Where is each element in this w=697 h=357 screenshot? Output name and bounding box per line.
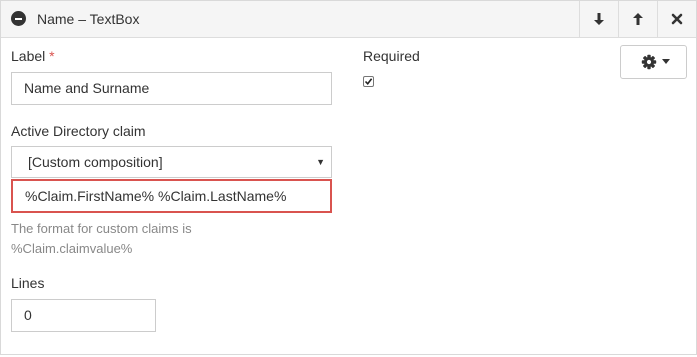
lines-input[interactable]: 0 bbox=[11, 299, 156, 332]
close-icon bbox=[671, 13, 683, 25]
label-input-value: Name and Surname bbox=[24, 80, 150, 96]
composition-input-value: %Claim.FirstName% %Claim.LastName% bbox=[25, 188, 287, 204]
gear-icon bbox=[641, 54, 657, 70]
move-up-button[interactable] bbox=[618, 1, 657, 37]
claim-help-line-1: The format for custom claims is bbox=[11, 221, 192, 236]
required-asterisk: * bbox=[49, 48, 55, 64]
required-label: Required bbox=[363, 48, 420, 64]
claim-help-line-2: %Claim.claimvalue% bbox=[11, 241, 133, 256]
ad-claim-selected-value: [Custom composition] bbox=[28, 154, 163, 170]
claim-help-text: The format for custom claims is %Claim.c… bbox=[11, 219, 331, 259]
panel-title: Name – TextBox bbox=[37, 11, 140, 27]
caret-down-icon bbox=[662, 59, 670, 64]
ad-claim-select[interactable]: [Custom composition] ▼ bbox=[11, 146, 332, 178]
dropdown-caret-icon: ▼ bbox=[316, 157, 325, 167]
arrow-down-icon bbox=[594, 13, 604, 25]
label-field-label-text: Label bbox=[11, 48, 46, 64]
move-down-button[interactable] bbox=[579, 1, 618, 37]
label-field-label: Label * bbox=[11, 48, 55, 64]
label-input[interactable]: Name and Surname bbox=[11, 72, 332, 105]
remove-button[interactable] bbox=[657, 1, 696, 37]
textbox-field-panel: Name – TextBox Label * Name and Surname … bbox=[0, 0, 697, 355]
ad-claim-label: Active Directory claim bbox=[11, 123, 146, 139]
lines-label: Lines bbox=[11, 275, 45, 291]
checkmark-icon bbox=[364, 78, 373, 86]
arrow-up-icon bbox=[633, 13, 643, 25]
panel-header: Name – TextBox bbox=[1, 1, 696, 38]
required-checkbox[interactable] bbox=[363, 76, 374, 87]
minus-circle-icon[interactable] bbox=[11, 11, 26, 26]
settings-dropdown-button[interactable] bbox=[620, 45, 687, 79]
composition-input[interactable]: %Claim.FirstName% %Claim.LastName% bbox=[11, 179, 332, 213]
lines-input-value: 0 bbox=[24, 307, 32, 323]
